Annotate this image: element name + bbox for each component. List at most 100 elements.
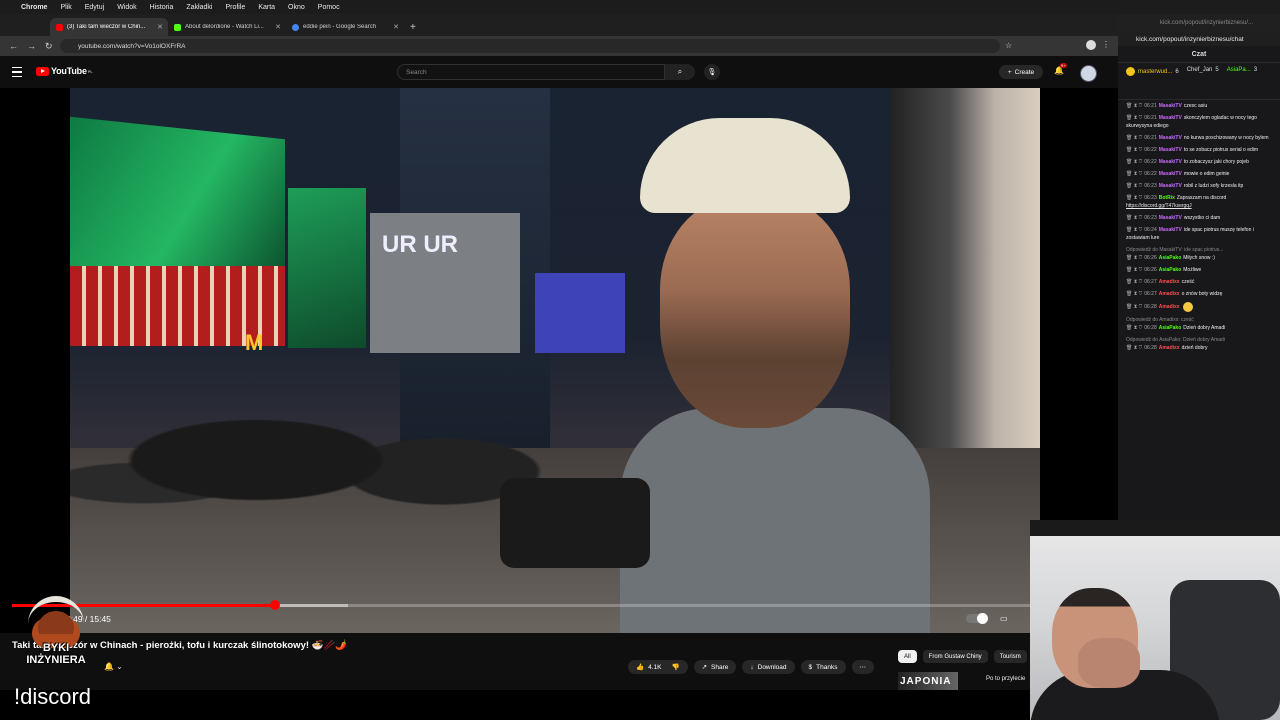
moderation-icons[interactable]: 🗑 ⧗ ⛉ xyxy=(1126,115,1142,121)
moderation-icons[interactable]: 🗑 ⧗ ⛉ xyxy=(1126,279,1142,285)
moderation-icons[interactable]: 🗑 ⧗ ⛉ xyxy=(1126,147,1142,153)
message-username[interactable]: Amadixx xyxy=(1159,279,1180,285)
account-avatar[interactable] xyxy=(1080,65,1097,82)
chat-message-list[interactable]: 🗑 ⧗ ⛉ 06:21 MasakiTV czesc asiu 🗑 ⧗ ⛉ 06:21 Ma… xyxy=(1118,100,1280,354)
message-username[interactable]: MasakiTV xyxy=(1159,103,1182,109)
moderation-icons[interactable]: 🗑 ⧗ ⛉ xyxy=(1126,304,1142,310)
thanks-label: Thanks xyxy=(816,663,838,671)
menu-item-edit[interactable]: Edytuj xyxy=(85,4,104,11)
message-username[interactable]: Amadixx xyxy=(1159,304,1180,310)
moderation-icons[interactable]: 🗑 ⧗ ⛉ xyxy=(1126,103,1142,109)
close-tab-icon[interactable]: ✕ xyxy=(275,23,281,31)
menu-item-history[interactable]: Historia xyxy=(150,4,174,11)
back-icon[interactable]: ← xyxy=(9,41,18,51)
message-username[interactable]: MasakiTV xyxy=(1159,183,1182,189)
message-username[interactable]: MasakiTV xyxy=(1159,171,1182,177)
menu-app-name[interactable]: Chrome xyxy=(21,4,47,11)
menu-item-view[interactable]: Widok xyxy=(117,4,136,11)
message-username[interactable]: MasakiTV xyxy=(1159,159,1182,165)
message-username[interactable]: AsiaPako xyxy=(1159,267,1182,273)
like-button[interactable]: 👍 4.1K 👎 xyxy=(628,660,688,674)
chip-tourism[interactable]: Tourism xyxy=(993,650,1027,663)
video-progress-bar[interactable] xyxy=(12,600,1030,610)
gifter-item[interactable]: masterwud... 6 xyxy=(1126,67,1179,76)
moderation-icons[interactable]: 🗑 ⧗ ⛉ xyxy=(1126,345,1142,351)
reload-icon[interactable]: ↻ xyxy=(45,41,53,52)
moderation-icons[interactable]: 🗑 ⧗ ⛉ xyxy=(1126,255,1142,261)
thanks-button[interactable]: $ Thanks xyxy=(800,660,846,674)
share-label: Share xyxy=(711,663,729,671)
message-username[interactable]: Amadixx xyxy=(1159,345,1180,351)
streamer-webcam xyxy=(1030,520,1280,720)
search-button[interactable]: ⌕ xyxy=(665,64,695,80)
message-link[interactable]: https://discord.gg/T47ksergqJ xyxy=(1126,203,1192,209)
message-username[interactable]: AsiaPako xyxy=(1159,325,1182,331)
youtube-logo[interactable]: YouTube PL xyxy=(36,66,93,76)
browser-tab-youtube[interactable]: (3) Taki tam wieczór w Chin... ✕ xyxy=(50,18,168,36)
message-username[interactable]: BotRix xyxy=(1159,195,1175,201)
download-button[interactable]: ↓ Download xyxy=(742,660,795,674)
message-username[interactable]: MasakiTV xyxy=(1159,227,1182,233)
bookmark-star-icon[interactable]: ☆ xyxy=(1005,41,1012,50)
voice-search-icon[interactable]: 🎙 xyxy=(704,64,720,80)
moderation-icons[interactable]: 🗑 ⧗ ⛉ xyxy=(1126,171,1142,177)
forward-icon[interactable]: → xyxy=(27,41,36,51)
autoplay-toggle[interactable] xyxy=(966,613,988,624)
address-bar[interactable]: youtube.com/watch?v=Vo1olOXFrRA xyxy=(60,39,1000,53)
moderation-icons[interactable]: 🗑 ⧗ ⛉ xyxy=(1126,159,1142,165)
browser-tab-kick[interactable]: About delordione - Watch Li... ✕ xyxy=(168,18,286,36)
message-username[interactable]: MasakiTV xyxy=(1159,215,1182,221)
chip-all[interactable]: All xyxy=(898,650,917,663)
menu-item-file[interactable]: Plik xyxy=(60,4,71,11)
gifter-item[interactable]: Chef_Jan 5 xyxy=(1187,67,1219,73)
moderation-icons[interactable]: 🗑 ⧗ ⛉ xyxy=(1126,291,1142,297)
create-button[interactable]: + Create xyxy=(999,65,1043,79)
chat-address-bar[interactable]: kick.com/popout/inzynierbiznesu/chat xyxy=(1118,32,1280,46)
browser-menu-icon[interactable]: ⋮ xyxy=(1102,40,1110,49)
moderation-icons[interactable]: 🗑 ⧗ ⛉ xyxy=(1126,227,1142,233)
related-video-title[interactable]: Po to przylecie xyxy=(986,676,1025,682)
menu-item-profiles[interactable]: Profile xyxy=(225,4,245,11)
moderation-icons[interactable]: 🗑 ⧗ ⛉ xyxy=(1126,195,1142,201)
moderation-icons[interactable]: 🗑 ⧗ ⛉ xyxy=(1126,267,1142,273)
menu-item-help[interactable]: Pomoc xyxy=(318,4,340,11)
subscribe-bell-icon[interactable]: 🔔 ⌄ xyxy=(104,662,123,671)
logo-text: BYKI INŻYNIERA xyxy=(26,642,86,666)
profile-avatar-icon[interactable] xyxy=(1086,40,1096,50)
message-text: to zobaczysz jaki chory pojeb xyxy=(1183,159,1249,165)
moderation-icons[interactable]: 🗑 ⧗ ⛉ xyxy=(1126,183,1142,189)
close-tab-icon[interactable]: ✕ xyxy=(157,23,163,31)
message-username[interactable]: Amadixx xyxy=(1159,291,1180,297)
message-username[interactable]: MasakiTV xyxy=(1159,135,1182,141)
menu-item-window[interactable]: Okno xyxy=(288,4,305,11)
guide-menu-icon[interactable] xyxy=(12,67,22,77)
search-input[interactable]: Search xyxy=(397,64,665,80)
captions-icon[interactable]: ▭ xyxy=(1000,614,1008,623)
moderation-icons[interactable]: 🗑 ⧗ ⛉ xyxy=(1126,325,1142,331)
browser-tab-google[interactable]: eddie pein - Google Search ✕ xyxy=(286,18,404,36)
share-button[interactable]: ↗ Share xyxy=(693,660,737,674)
chat-message: 🗑 ⧗ ⛉ 06:27 Amadixx o znów boty widzę xyxy=(1118,288,1280,300)
moderation-icons[interactable]: 🗑 ⧗ ⛉ xyxy=(1126,135,1142,141)
progress-scrubber-handle[interactable] xyxy=(269,600,280,610)
video-player[interactable]: M UR UR xyxy=(0,88,1118,633)
message-time: 06:27 xyxy=(1144,291,1157,297)
message-username[interactable]: AsiaPako xyxy=(1159,255,1182,261)
chat-message: 🗑 ⧗ ⛉ 06:26 AsiaPako Możliwe xyxy=(1118,264,1280,276)
message-username[interactable]: MasakiTV xyxy=(1159,147,1182,153)
message-username[interactable]: MasakiTV xyxy=(1159,115,1182,121)
thumbs-down-icon[interactable]: 👎 xyxy=(671,663,679,671)
related-video-thumbnail[interactable]: JAPONIA xyxy=(898,672,958,690)
gifter-item[interactable]: AsiaPa... 3 xyxy=(1227,67,1257,73)
more-actions-button[interactable]: ⋯ xyxy=(851,660,874,674)
chip-from-channel[interactable]: From Gustaw Chiny xyxy=(922,650,988,663)
menu-item-bookmarks[interactable]: Zakładki xyxy=(186,4,212,11)
scene-billboard xyxy=(288,188,366,348)
browser-toolbar: ← → ↻ youtube.com/watch?v=Vo1olOXFrRA ☆ … xyxy=(0,36,1118,56)
moderation-icons[interactable]: 🗑 ⧗ ⛉ xyxy=(1126,215,1142,221)
plus-icon: + xyxy=(1007,68,1012,76)
new-tab-icon[interactable]: + xyxy=(404,18,424,36)
close-tab-icon[interactable]: ✕ xyxy=(393,23,399,31)
notifications-bell-icon[interactable]: 🔔 9+ xyxy=(1054,63,1067,75)
menu-item-tab[interactable]: Karta xyxy=(258,4,275,11)
